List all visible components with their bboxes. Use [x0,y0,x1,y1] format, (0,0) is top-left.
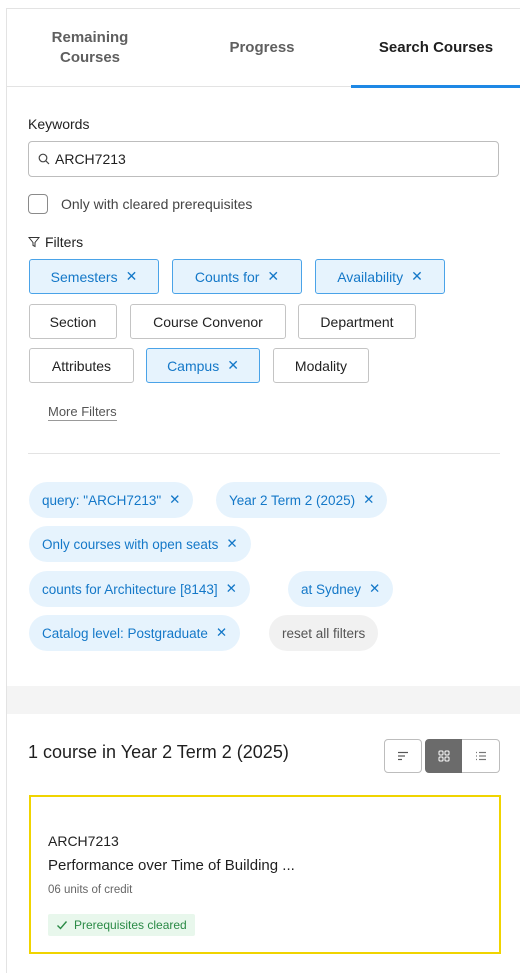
filter-section-button[interactable]: Section [29,304,117,339]
close-icon[interactable]: ✕ [226,581,237,597]
close-icon[interactable]: ✕ [411,268,423,285]
grid-view-icon [438,750,449,762]
filter-section-label: Section [49,313,97,330]
filter-course-convenor-label: Course Convenor [153,313,263,330]
filter-department-button[interactable]: Department [298,304,416,339]
view-toggle [384,739,500,773]
filter-funnel-icon [28,237,40,248]
keywords-label: Keywords [28,116,90,132]
filter-semesters-button[interactable]: Semesters ✕ [29,259,159,294]
course-name: Performance over Time of Building ... [48,857,295,874]
active-filter-chip[interactable]: Catalog level: Postgraduate ✕ [29,615,241,651]
more-filters-link[interactable]: More Filters [48,404,117,421]
active-filter-chip[interactable]: at Sydney ✕ [288,571,394,607]
active-filter-chip-label: Only courses with open seats [42,536,219,552]
filter-modality-button[interactable]: Modality [273,348,369,383]
search-box[interactable] [28,141,499,177]
section-separator [7,686,520,714]
close-icon[interactable]: ✕ [267,268,279,285]
filters-heading-label: Filters [45,234,84,250]
reset-all-filters-button[interactable]: reset all filters [269,615,379,651]
grid-view-button[interactable] [424,739,463,773]
prerequisites-cleared-badge: Prerequisites cleared [48,914,195,936]
prereq-checkbox[interactable] [28,194,48,214]
reset-all-filters-label: reset all filters [282,625,366,641]
filter-counts-for-label: Counts for [194,268,260,285]
filter-campus-label: Campus [167,357,220,374]
course-units: 06 units of credit [48,884,133,896]
close-icon[interactable]: ✕ [169,492,180,508]
tab-search-courses-label: Search Courses [378,39,494,56]
filter-attributes-label: Attributes [51,357,112,374]
results-title: 1 course in Year 2 Term 2 (2025) [28,742,289,762]
filter-department-label: Department [320,313,394,330]
active-filter-chip-label: Year 2 Term 2 (2025) [229,492,356,508]
sort-icon [397,751,408,761]
tab-bar: Remaining Courses Progress Search Course… [7,9,520,88]
prerequisites-cleared-label: Prerequisites cleared [74,918,187,932]
active-filter-chip-label: at Sydney [301,581,362,597]
active-filter-chip[interactable]: counts for Architecture [8143] ✕ [29,571,250,607]
tab-progress-label: Progress [229,39,295,56]
course-card[interactable]: ARCH7213 Performance over Time of Buildi… [29,795,501,954]
tab-progress[interactable]: Progress [173,9,351,87]
divider [28,453,500,454]
close-icon[interactable]: ✕ [369,581,380,597]
active-filter-chip[interactable]: Only courses with open seats ✕ [29,526,251,562]
checkmark-icon [57,921,68,930]
filter-semesters-label: Semesters [50,268,118,285]
close-icon[interactable]: ✕ [363,492,374,508]
tab-search-courses[interactable]: Search Courses [351,9,520,88]
search-input[interactable] [55,151,475,167]
filter-availability-button[interactable]: Availability ✕ [315,259,445,294]
course-search-panel: Remaining Courses Progress Search Course… [6,8,520,973]
list-view-icon [475,751,486,761]
close-icon[interactable]: ✕ [126,268,138,285]
sort-button[interactable] [384,739,422,773]
filters-heading: Filters [28,234,83,250]
active-filter-chip[interactable]: query: "ARCH7213" ✕ [29,482,194,518]
close-icon[interactable]: ✕ [226,536,237,552]
filter-counts-for-button[interactable]: Counts for ✕ [172,259,302,294]
active-filter-chip-label: Catalog level: Postgraduate [42,625,208,641]
filter-campus-button[interactable]: Campus ✕ [146,348,260,383]
active-filter-chip-label: query: "ARCH7213" [42,492,162,508]
list-view-button[interactable] [462,739,500,773]
tab-remaining-courses-line1: Remaining [51,29,129,46]
close-icon[interactable]: ✕ [216,625,227,641]
tab-remaining-courses[interactable]: Remaining Courses [7,9,173,87]
filter-attributes-button[interactable]: Attributes [29,348,134,383]
course-code: ARCH7213 [48,833,119,849]
filter-course-convenor-button[interactable]: Course Convenor [130,304,286,339]
active-filter-chip[interactable]: Year 2 Term 2 (2025) ✕ [216,482,388,518]
tab-remaining-courses-line2: Courses [59,49,121,66]
filter-modality-label: Modality [294,357,348,374]
prereq-checkbox-label: Only with cleared prerequisites [61,196,253,212]
filter-availability-label: Availability [337,268,404,285]
active-filter-chip-label: counts for Architecture [8143] [42,581,218,597]
close-icon[interactable]: ✕ [227,357,239,374]
search-icon [38,153,50,165]
prereq-filter-row[interactable]: Only with cleared prerequisites [28,194,252,214]
